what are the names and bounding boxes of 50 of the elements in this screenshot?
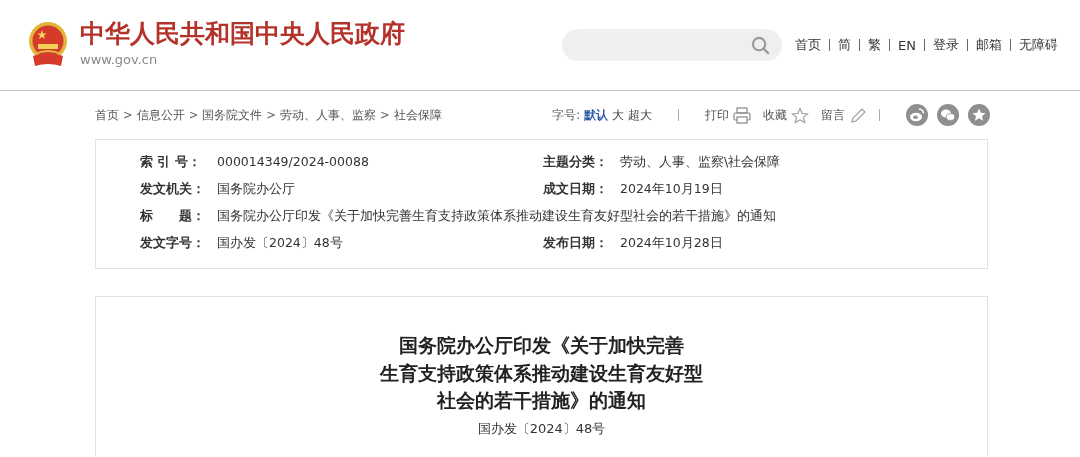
field-value: 国务院办公厅印发《关于加快完善生育支持政策体系推动建设生育友好型社会的若干措施》的通知: [217, 207, 777, 225]
nav-link[interactable]: 简: [838, 36, 852, 54]
font-size-option[interactable]: 默认: [584, 107, 608, 123]
document-number: 国办发〔2024〕48号: [476, 419, 607, 438]
field-label: 发布日期：: [543, 234, 609, 252]
field-label: 主题分类：: [543, 153, 609, 171]
breadcrumb-separator: >: [379, 108, 390, 122]
field-value: 2024年10月19日: [620, 180, 724, 198]
toolbar-link[interactable]: 打印: [705, 107, 729, 123]
site-title[interactable]: 中华人民共和国中央人民政府: [80, 19, 405, 49]
search-field[interactable]: [562, 29, 783, 61]
breadcrumb-separator: >: [266, 108, 276, 122]
breadcrumb-link[interactable]: 社会保障: [393, 107, 442, 123]
article-title: 生育支持政策体系推动建设生育友好型: [378, 360, 704, 386]
nav-link[interactable]: EN: [898, 37, 916, 53]
nav-link[interactable]: 登录: [933, 36, 959, 54]
breadcrumb-link[interactable]: 劳动、人事、监察: [279, 107, 376, 123]
site-url[interactable]: www.gov.cn: [80, 51, 405, 69]
breadcrumb-link[interactable]: 首页: [95, 107, 119, 123]
nav-link[interactable]: 繁: [868, 36, 882, 54]
field-label: 发文字号：: [140, 234, 206, 252]
printer-icon[interactable]: [733, 106, 751, 124]
field-label: 成文日期：: [543, 180, 609, 198]
breadcrumb-link[interactable]: 信息公开: [136, 107, 185, 123]
weibo-icon[interactable]: [906, 104, 928, 126]
field-value: 000014349/2024-00088: [217, 153, 370, 171]
toolbar-link[interactable]: 收藏: [763, 107, 787, 123]
field-value: 国务院办公厅: [217, 180, 296, 198]
field-label: 索 引 号：: [140, 153, 202, 171]
field-value: 2024年10月28日: [620, 234, 724, 252]
field-label: 标 题：: [140, 207, 206, 225]
wechat-icon[interactable]: [937, 104, 959, 126]
pencil-icon[interactable]: [849, 106, 867, 124]
breadcrumb-link[interactable]: 国务院文件: [202, 107, 263, 123]
font-size-option[interactable]: 大: [612, 107, 624, 123]
breadcrumb-separator: >: [123, 108, 133, 122]
nav-link[interactable]: 首页: [795, 36, 822, 54]
breadcrumb-separator: >: [188, 108, 199, 122]
star-outline-icon[interactable]: [791, 106, 809, 124]
font-size-label: 字号:: [552, 107, 580, 123]
search-icon[interactable]: [751, 35, 771, 55]
toolbar-link[interactable]: 留言: [821, 107, 845, 123]
font-size-option[interactable]: 超大: [628, 107, 652, 123]
article-title: 社会的若干措施》的通知: [435, 388, 647, 413]
nav-link[interactable]: 无障碍: [1019, 36, 1058, 54]
field-label: 发文机关：: [140, 180, 206, 198]
nav-link[interactable]: 邮箱: [976, 36, 1002, 54]
article-title: 国务院办公厅印发《关于加快完善: [398, 333, 685, 358]
field-value: 劳动、人事、监察\社会保障: [620, 153, 782, 171]
field-value: 国办发〔2024〕48号: [217, 234, 344, 252]
